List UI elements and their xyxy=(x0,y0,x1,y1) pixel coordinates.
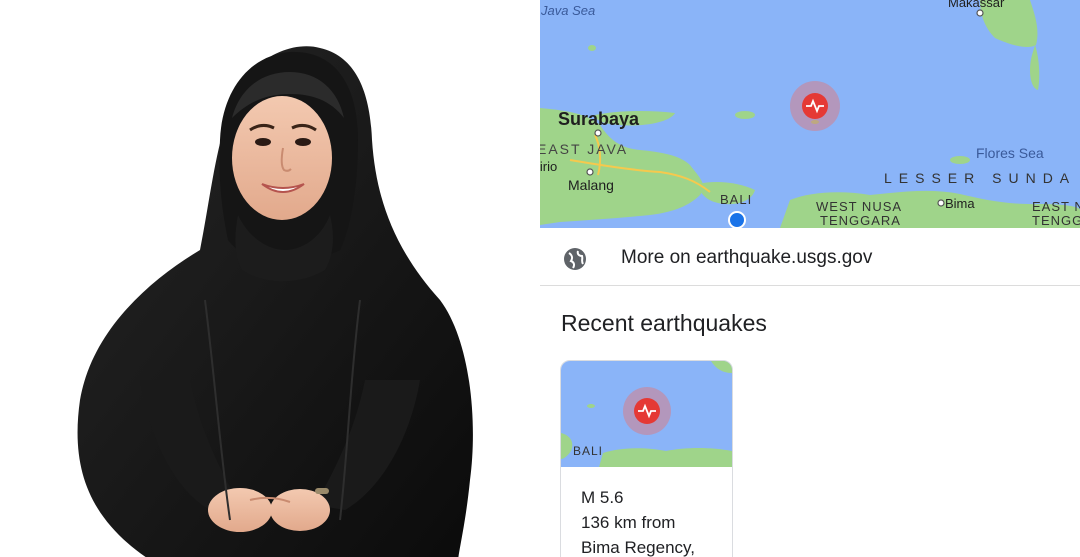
card-mini-map: BALI xyxy=(561,361,732,467)
earthquake-card[interactable]: BALI M 5.6 136 km from Bima Regency, xyxy=(560,360,733,557)
map-label-east-java: EAST JAVA xyxy=(540,141,629,157)
map-label-tengg: TENGG xyxy=(1032,213,1080,228)
card-map-label-bali: BALI xyxy=(573,444,604,458)
recent-earthquakes-title: Recent earthquakes xyxy=(561,310,767,336)
earthquake-map[interactable]: Java Sea Makassar Surabaya EAST JAVA lir… xyxy=(540,0,1080,228)
earthquake-details: M 5.6 136 km from Bima Regency, xyxy=(581,485,695,557)
map-label-west-nusa: WEST NUSA xyxy=(816,199,903,214)
map-label-surabaya: Surabaya xyxy=(558,109,640,129)
map-label-east-n: EAST N xyxy=(1032,199,1080,214)
globe-icon xyxy=(562,246,588,272)
earthquake-info-panel: Java Sea Makassar Surabaya EAST JAVA lir… xyxy=(540,0,1080,557)
map-label-tenggara: TENGGARA xyxy=(820,213,901,228)
woman-in-hijab-illustration xyxy=(77,46,473,557)
map-label-bima: Bima xyxy=(945,196,975,211)
map-label-makassar: Makassar xyxy=(948,0,1005,10)
usgs-link-label[interactable]: More on earthquake.usgs.gov xyxy=(621,247,872,269)
map-label-probolinggo: lirio xyxy=(540,159,558,174)
earthquake-distance: 136 km from xyxy=(581,513,676,532)
map-label-lesser-sunda: LESSER SUNDA xyxy=(884,170,1077,186)
usgs-link-row[interactable]: More on earthquake.usgs.gov xyxy=(540,229,1080,286)
map-label-bali: BALI xyxy=(720,192,753,207)
map-label-flores-sea: Flores Sea xyxy=(976,145,1044,161)
portrait-photo xyxy=(0,0,540,557)
map-label-java-sea: Java Sea xyxy=(541,3,596,18)
map-label-malang: Malang xyxy=(568,177,614,193)
earthquake-magnitude: M 5.6 xyxy=(581,488,624,507)
earthquake-place: Bima Regency, xyxy=(581,538,696,557)
